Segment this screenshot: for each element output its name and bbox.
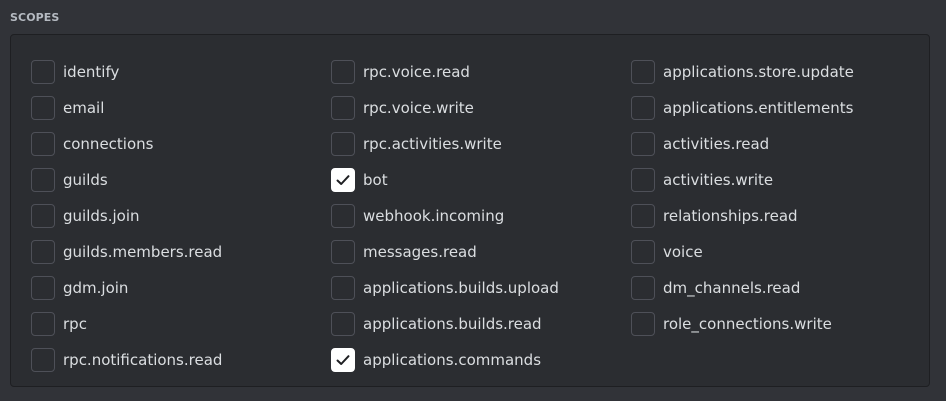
scope-label: gdm.join bbox=[63, 279, 129, 297]
check-icon bbox=[336, 175, 350, 185]
scope-label: dm_channels.read bbox=[663, 279, 801, 297]
scope-checkbox[interactable] bbox=[331, 132, 355, 156]
scope-option-guilds-join[interactable]: guilds.join bbox=[31, 198, 222, 234]
scope-label: identify bbox=[63, 63, 120, 81]
scope-option-rpc-voice-write[interactable]: rpc.voice.write bbox=[331, 90, 559, 126]
scope-option-rpc[interactable]: rpc bbox=[31, 306, 222, 342]
scope-checkbox[interactable] bbox=[631, 204, 655, 228]
scope-option-voice[interactable]: voice bbox=[631, 234, 854, 270]
scope-checkbox[interactable] bbox=[331, 60, 355, 84]
scope-checkbox[interactable] bbox=[331, 96, 355, 120]
scope-label: messages.read bbox=[363, 243, 477, 261]
scope-label: applications.entitlements bbox=[663, 99, 854, 117]
scope-label: activities.read bbox=[663, 135, 770, 153]
scope-label: activities.write bbox=[663, 171, 774, 189]
scope-label: bot bbox=[363, 171, 388, 189]
scope-option-identify[interactable]: identify bbox=[31, 54, 222, 90]
scope-option-messages-read[interactable]: messages.read bbox=[331, 234, 559, 270]
scope-label: rpc.voice.write bbox=[363, 99, 474, 117]
scope-option-guilds[interactable]: guilds bbox=[31, 162, 222, 198]
scope-checkbox[interactable] bbox=[331, 168, 355, 192]
scope-checkbox[interactable] bbox=[331, 348, 355, 372]
scope-label: webhook.incoming bbox=[363, 207, 505, 225]
scope-checkbox[interactable] bbox=[31, 204, 55, 228]
scope-option-role-connections-write[interactable]: role_connections.write bbox=[631, 306, 854, 342]
scope-option-applications-builds-upload[interactable]: applications.builds.upload bbox=[331, 270, 559, 306]
scope-checkbox[interactable] bbox=[31, 312, 55, 336]
scope-label: applications.store.update bbox=[663, 63, 854, 81]
scope-label: rpc.voice.read bbox=[363, 63, 470, 81]
scope-option-webhook-incoming[interactable]: webhook.incoming bbox=[331, 198, 559, 234]
scope-label: applications.builds.upload bbox=[363, 279, 559, 297]
scope-option-applications-entitlements[interactable]: applications.entitlements bbox=[631, 90, 854, 126]
scope-checkbox[interactable] bbox=[631, 240, 655, 264]
check-icon bbox=[336, 355, 350, 365]
scope-option-applications-builds-read[interactable]: applications.builds.read bbox=[331, 306, 559, 342]
scope-checkbox[interactable] bbox=[31, 168, 55, 192]
scope-label: rpc.notifications.read bbox=[63, 351, 223, 369]
scope-label: guilds bbox=[63, 171, 108, 189]
scope-label: email bbox=[63, 99, 105, 117]
scope-checkbox[interactable] bbox=[331, 276, 355, 300]
scope-label: voice bbox=[663, 243, 703, 261]
scope-option-guilds-members-read[interactable]: guilds.members.read bbox=[31, 234, 222, 270]
scopes-column-1: identify email connections guilds guilds.joi… bbox=[31, 54, 222, 378]
scope-option-activities-read[interactable]: activities.read bbox=[631, 126, 854, 162]
scope-label: applications.builds.read bbox=[363, 315, 542, 333]
scope-label: rpc bbox=[63, 315, 87, 333]
scope-checkbox[interactable] bbox=[631, 96, 655, 120]
scope-checkbox[interactable] bbox=[31, 60, 55, 84]
scope-label: connections bbox=[63, 135, 154, 153]
scope-label: applications.commands bbox=[363, 351, 542, 369]
scope-checkbox[interactable] bbox=[631, 60, 655, 84]
scope-label: guilds.members.read bbox=[63, 243, 223, 261]
scope-checkbox[interactable] bbox=[31, 96, 55, 120]
scope-checkbox[interactable] bbox=[31, 132, 55, 156]
scopes-panel: identify email connections guilds guilds.joi… bbox=[10, 34, 930, 387]
scope-checkbox[interactable] bbox=[331, 312, 355, 336]
scope-checkbox[interactable] bbox=[631, 132, 655, 156]
scopes-column-3: applications.store.update applications.en… bbox=[631, 54, 854, 342]
scope-checkbox[interactable] bbox=[331, 240, 355, 264]
scope-checkbox[interactable] bbox=[631, 168, 655, 192]
scope-label: rpc.activities.write bbox=[363, 135, 502, 153]
scope-option-rpc-notifications-read[interactable]: rpc.notifications.read bbox=[31, 342, 222, 378]
scopes-column-2: rpc.voice.read rpc.voice.write rpc.activit… bbox=[331, 54, 559, 378]
scope-checkbox[interactable] bbox=[31, 276, 55, 300]
scope-checkbox[interactable] bbox=[631, 276, 655, 300]
scope-option-connections[interactable]: connections bbox=[31, 126, 222, 162]
scope-option-applications-commands[interactable]: applications.commands bbox=[331, 342, 559, 378]
scope-option-rpc-activities-write[interactable]: rpc.activities.write bbox=[331, 126, 559, 162]
scope-checkbox[interactable] bbox=[31, 348, 55, 372]
scope-option-rpc-voice-read[interactable]: rpc.voice.read bbox=[331, 54, 559, 90]
scope-option-applications-store-update[interactable]: applications.store.update bbox=[631, 54, 854, 90]
scope-option-gdm-join[interactable]: gdm.join bbox=[31, 270, 222, 306]
scope-checkbox[interactable] bbox=[31, 240, 55, 264]
scope-label: guilds.join bbox=[63, 207, 140, 225]
scope-option-bot[interactable]: bot bbox=[331, 162, 559, 198]
scope-option-dm-channels-read[interactable]: dm_channels.read bbox=[631, 270, 854, 306]
scope-checkbox[interactable] bbox=[331, 204, 355, 228]
scope-option-activities-write[interactable]: activities.write bbox=[631, 162, 854, 198]
section-title-scopes: SCOPES bbox=[10, 11, 60, 24]
scope-checkbox[interactable] bbox=[631, 312, 655, 336]
scope-label: relationships.read bbox=[663, 207, 798, 225]
scope-option-email[interactable]: email bbox=[31, 90, 222, 126]
scope-label: role_connections.write bbox=[663, 315, 832, 333]
scope-option-relationships-read[interactable]: relationships.read bbox=[631, 198, 854, 234]
